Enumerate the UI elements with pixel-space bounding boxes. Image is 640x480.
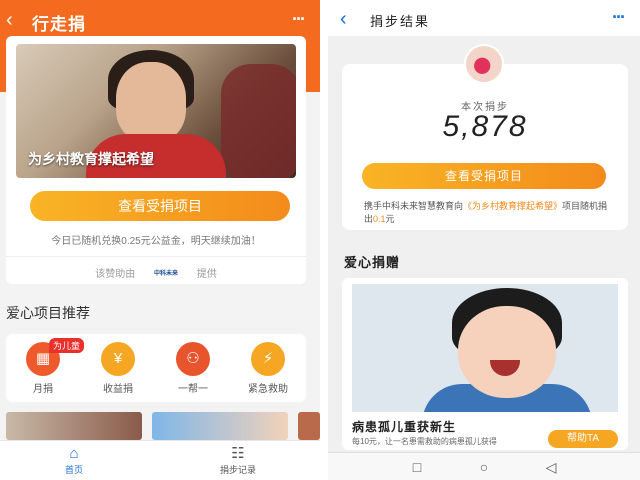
home-button-icon[interactable]: ○ xyxy=(469,458,499,476)
bottom-tab-bar: ⌂ 首页 ☷ 捐步记录 xyxy=(0,440,320,480)
feature-one-to-one[interactable]: ⚇ 一帮一 xyxy=(163,342,223,395)
people-icon: ⚇ xyxy=(176,342,210,376)
top-bar: ‹ 行走捐 ··· xyxy=(0,0,320,40)
background-person-shape xyxy=(221,64,296,178)
section-title: 爱心捐赠 xyxy=(344,255,401,270)
back-arrow-icon[interactable]: ‹ xyxy=(6,10,13,30)
baby-face-shape xyxy=(458,306,556,398)
help-button[interactable]: 帮助TA xyxy=(548,430,618,448)
screen-gap xyxy=(320,0,328,480)
feature-label: 一帮一 xyxy=(178,384,208,395)
sponsor-suffix: 提供 xyxy=(196,269,217,280)
project-card[interactable]: 病患孤儿重获新生 每10元，让一名患需救助的病患孤儿获得 帮助TA xyxy=(342,278,628,450)
exchange-note: 今日已随机兑换0.25元公益金，明天继续加油！ xyxy=(51,236,261,247)
donation-card: 为乡村教育撑起希望 查看受捐项目 今日已随机兑换0.25元公益金，明天继续加油！… xyxy=(6,36,306,284)
back-nav-icon[interactable]: ◁ xyxy=(536,458,566,476)
desc-unit: 元 xyxy=(385,214,395,224)
steps-count: 5,878 xyxy=(442,110,528,143)
more-icon[interactable]: ··· xyxy=(292,10,306,28)
project-title: 病患孤儿重获新生 xyxy=(352,420,457,434)
feature-label: 收益捐 xyxy=(103,384,133,395)
sponsor-logo: 中科未来 xyxy=(153,271,178,277)
feature-grid: ▦ 月捐 为儿童 ¥ 收益捐 ⚇ 一帮一 ⚡ 紧急救助 xyxy=(6,334,306,402)
feature-income[interactable]: ¥ 收益捐 xyxy=(88,342,148,395)
desc-amount: 0.1 xyxy=(373,214,386,224)
recent-apps-icon[interactable]: □ xyxy=(402,458,432,476)
tab-label: 捐步记录 xyxy=(219,465,256,475)
tab-home[interactable]: ⌂ 首页 xyxy=(44,445,104,476)
view-project-button[interactable]: 查看受捐项目 xyxy=(362,163,606,189)
view-project-button[interactable]: 查看受捐项目 xyxy=(30,191,290,221)
page-title: 行走捐 xyxy=(32,15,86,34)
feature-label: 紧急救助 xyxy=(248,384,288,395)
desc-project-link[interactable]: 《为乡村教育撑起希望》 xyxy=(463,201,562,211)
feature-monthly[interactable]: ▦ 月捐 为儿童 xyxy=(13,338,85,395)
feature-emergency[interactable]: ⚡ 紧急救助 xyxy=(238,342,298,395)
project-thumbnail[interactable] xyxy=(152,412,288,440)
hero-image[interactable]: 为乡村教育撑起希望 xyxy=(16,44,296,178)
money-icon: ¥ xyxy=(101,342,135,376)
top-bar: ‹ 捐步结果 ··· xyxy=(328,0,640,36)
sponsor-prefix: 该赞助由 xyxy=(95,269,136,280)
project-photo xyxy=(352,284,618,412)
tab-label: 首页 xyxy=(64,465,83,475)
system-nav-bar: □ ○ ◁ xyxy=(328,452,640,480)
result-card: 本次捐步 5,878 查看受捐项目 携手中科未来智慧教育向《为乡村教育撑起希望》… xyxy=(342,64,628,230)
home-icon: ⌂ xyxy=(69,445,79,462)
right-screen: ‹ 捐步结果 ··· 本次捐步 5,878 查看受捐项目 携手中科未来智慧教育向… xyxy=(328,0,640,480)
project-subtitle: 每10元，让一名患需救助的病患孤儿获得 xyxy=(352,437,497,446)
more-icon[interactable]: ··· xyxy=(612,8,626,26)
section-title: 爱心项目推荐 xyxy=(6,305,90,321)
page-title: 捐步结果 xyxy=(370,14,431,29)
left-screen: ‹ 行走捐 ··· 为乡村教育撑起希望 查看受捐项目 今日已随机兑换0.25元公… xyxy=(0,0,320,480)
donation-description: 携手中科未来智慧教育向《为乡村教育撑起希望》项目随机捐出0.1元 xyxy=(364,200,614,226)
sponsor-line: 该赞助由 中科未来 提供 xyxy=(6,265,306,280)
lightning-icon: ⚡ xyxy=(251,342,285,376)
hero-caption: 为乡村教育撑起希望 xyxy=(28,151,154,167)
project-thumbnail[interactable] xyxy=(298,412,320,440)
project-thumbnail[interactable] xyxy=(6,412,142,440)
project-thumbnails xyxy=(6,412,320,440)
record-icon: ☷ xyxy=(231,445,245,462)
divider xyxy=(6,256,306,257)
back-arrow-icon[interactable]: ‹ xyxy=(340,9,347,29)
tab-step-records[interactable]: ☷ 捐步记录 xyxy=(208,445,268,476)
desc-text: 携手中科未来智慧教育向 xyxy=(364,201,464,211)
girl-face-shape xyxy=(116,62,186,142)
feature-badge: 为儿童 xyxy=(49,338,85,353)
feature-label: 月捐 xyxy=(33,384,53,395)
user-avatar xyxy=(464,44,504,84)
